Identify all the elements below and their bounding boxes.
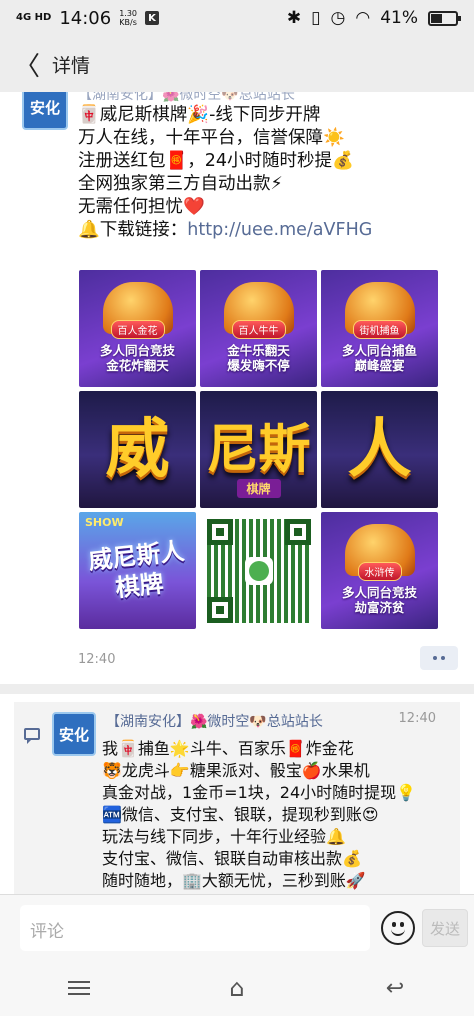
wifi-icon: ◠	[355, 8, 371, 28]
comment-bar: 评论 发送	[0, 894, 474, 960]
image-tile[interactable]: 街机捕鱼 多人同台捕鱼 巅峰盛宴	[321, 270, 438, 387]
system-nav-bar: ⌂ ↩	[0, 960, 474, 1016]
battery-fill	[431, 13, 442, 23]
comment-icon	[24, 728, 40, 744]
image-tile[interactable]: 百人金花 多人同台竞技 金花炸翻天	[79, 270, 196, 387]
network-speed: 1.30 KB/s	[119, 9, 138, 27]
image-tile[interactable]: 威	[79, 391, 196, 508]
top-bar: 〈 详情	[0, 36, 474, 92]
comment-text: 我🀄捕鱼🌟斗牛、百家乐🧧炸金花 🐯龙虎斗👉糖果派对、骰宝🍎水果机 真金对战，1金…	[102, 739, 417, 890]
menu-icon[interactable]	[59, 973, 99, 1003]
image-tile[interactable]: 人	[321, 391, 438, 508]
status-bar: 4G HD 14:06 1.30 KB/s K ✱ ▯ ◷ ◠ 41%	[0, 0, 474, 36]
comment-input[interactable]: 评论	[20, 905, 370, 951]
qr-code	[206, 518, 311, 623]
author-name[interactable]: 【湖南安化】🌺微时空🐶总站站长	[78, 92, 295, 104]
qr-code-image[interactable]	[200, 512, 317, 629]
image-tile[interactable]: 百人牛牛 金牛乐翻天 爆发嗨不停	[200, 270, 317, 387]
post-time: 12:40	[78, 652, 116, 667]
vibrate-icon: ▯	[311, 8, 321, 28]
image-tile[interactable]: 水浒传 多人同台竞技 劫富济贫	[321, 512, 438, 629]
moment-detail[interactable]: 安化 【湖南安化】🌺微时空🐶总站站长 🀄威尼斯棋牌🎉-线下同步开牌 万人在线，十…	[0, 92, 474, 894]
tile-caption: 多人同台竞技 金花炸翻天	[99, 343, 175, 373]
download-label: 🔔下载链接：	[78, 220, 188, 240]
post-text: 🀄威尼斯棋牌🎉-线下同步开牌 万人在线，十年平台，信誉保障☀️ 注册送红包🧧，2…	[78, 105, 373, 240]
image-grid: 百人金花 多人同台竞技 金花炸翻天 百人牛牛 金牛乐翻天 爆发嗨不停 街机捕鱼 …	[79, 270, 439, 629]
wechat-logo-icon	[244, 556, 273, 585]
battery-icon	[428, 10, 461, 26]
emoji-icon[interactable]	[381, 911, 415, 945]
author-name[interactable]: 【湖南安化】🌺微时空🐶总站站长	[106, 711, 323, 731]
app-notification-icon: K	[145, 11, 160, 25]
comment-card[interactable]: 安化 【湖南安化】🌺微时空🐶总站站长 12:40 我🀄捕鱼🌟斗牛、百家乐🧧炸金花…	[14, 702, 460, 894]
tile-caption: 多人同台捕鱼 巅峰盛宴	[341, 343, 417, 373]
chevron-left-icon[interactable]: 〈	[14, 46, 42, 83]
forwarded-comment: 安化 【湖南安化】🌺微时空🐶总站站长 12:40 我🀄捕鱼🌟斗牛、百家乐🧧炸金花…	[0, 694, 474, 894]
clock: 14:06	[59, 7, 112, 29]
home-icon[interactable]: ⌂	[217, 973, 257, 1003]
alarm-icon: ◷	[330, 8, 346, 28]
image-tile[interactable]: 尼斯 棋牌	[200, 391, 317, 508]
download-link[interactable]: http://uee.me/aVFHG	[187, 220, 372, 240]
bluetooth-icon: ✱	[286, 8, 302, 28]
moment-post: 安化 【湖南安化】🌺微时空🐶总站站长 🀄威尼斯棋牌🎉-线下同步开牌 万人在线，十…	[0, 92, 474, 684]
tile-caption: 金牛乐翻天 爆发嗨不停	[227, 343, 290, 373]
more-actions-button[interactable]	[420, 646, 458, 670]
comment-time: 12:40	[398, 711, 436, 726]
avatar[interactable]: 安化	[22, 92, 68, 130]
send-button[interactable]: 发送	[422, 909, 468, 947]
page-title: 详情	[52, 54, 91, 77]
network-indicator: 4G HD	[16, 12, 52, 23]
tile-caption: 多人同台竞技 劫富济贫	[341, 585, 417, 615]
battery-percent: 41%	[380, 8, 418, 28]
image-tile[interactable]: SHOW 威尼斯人 棋牌	[79, 512, 196, 629]
back-icon[interactable]: ↩	[375, 973, 415, 1003]
avatar[interactable]: 安化	[52, 712, 96, 756]
